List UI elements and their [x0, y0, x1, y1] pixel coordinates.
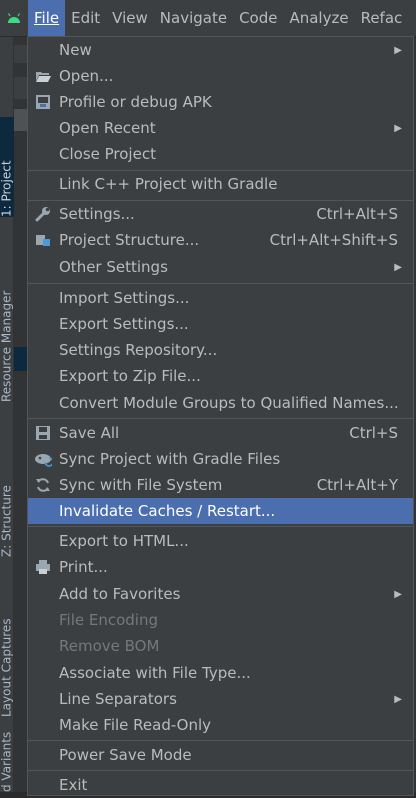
- submenu-arrow-icon: ▶: [394, 261, 402, 273]
- tab-project[interactable]: 1: Project: [0, 117, 15, 217]
- menu-view[interactable]: View: [106, 0, 154, 36]
- left-tool-strip: 1: Project Resource Manager Z: Structure…: [0, 37, 15, 792]
- tree-row: [14, 109, 28, 131]
- refresh-icon: [34, 476, 52, 494]
- tab-resource-manager[interactable]: Resource Manager: [0, 252, 15, 402]
- menu-item-sync-gradle[interactable]: Sync Project with Gradle Files: [28, 446, 413, 472]
- menu-separator: [28, 770, 413, 771]
- menu-item-remove-bom: Remove BOM: [59, 637, 160, 655]
- menu-item-convert-module-groups[interactable]: Convert Module Groups to Qualified Names…: [28, 390, 413, 416]
- tab-layout-captures[interactable]: Layout Captures: [0, 577, 15, 717]
- menu-item-project-structure[interactable]: Project Structure... Ctrl+Alt+Shift+S: [28, 227, 413, 253]
- menu-refactor[interactable]: Refac: [355, 0, 409, 36]
- menu-item-settings-repository[interactable]: Settings Repository...: [28, 337, 413, 363]
- project-structure-icon: [34, 231, 52, 249]
- menu-item-invalidate-caches[interactable]: Invalidate Caches / Restart...: [28, 498, 413, 524]
- menu-file[interactable]: File: [28, 0, 66, 36]
- menu-item-link-cpp[interactable]: Link C++ Project with Gradle: [28, 171, 413, 197]
- printer-icon: [34, 558, 52, 576]
- menu-edit[interactable]: Edit: [65, 0, 106, 36]
- project-row: [14, 77, 28, 99]
- menu-item-new[interactable]: New ▶: [28, 37, 413, 63]
- menu-separator: [28, 418, 413, 419]
- menu-item-import-settings[interactable]: Import Settings...: [28, 285, 413, 311]
- menu-item-other-settings[interactable]: Other Settings ▶: [28, 254, 413, 280]
- menu-item-settings[interactable]: Settings... Ctrl+Alt+S: [28, 201, 413, 227]
- menu-item-associate-file-type[interactable]: Associate with File Type...: [28, 660, 413, 686]
- android-icon[interactable]: [0, 0, 28, 36]
- submenu-arrow-icon: ▶: [394, 122, 402, 134]
- menu-item-line-separators[interactable]: Line Separators ▶: [28, 686, 413, 712]
- menu-code[interactable]: Code: [233, 0, 283, 36]
- tab-structure[interactable]: Z: Structure: [0, 447, 15, 557]
- menu-navigate[interactable]: Navigate: [154, 0, 233, 36]
- menu-item-make-read-only[interactable]: Make File Read-Only: [28, 712, 413, 738]
- folder-open-icon: [34, 67, 52, 85]
- menu-item-export-zip[interactable]: Export to Zip File...: [28, 363, 413, 389]
- tab-build-variants[interactable]: d Variants: [0, 732, 15, 792]
- menu-item-open-recent[interactable]: Open Recent ▶: [28, 115, 413, 141]
- main-menubar: File Edit View Navigate Code Analyze Ref…: [0, 0, 416, 37]
- file-menu-dropdown: New ▶ Open... Profile or debug APK Open …: [27, 36, 414, 796]
- submenu-arrow-icon: ▶: [394, 588, 402, 600]
- submenu-arrow-icon: ▶: [394, 44, 402, 56]
- menu-analyze[interactable]: Analyze: [283, 0, 354, 36]
- save-icon: [34, 424, 52, 442]
- menu-item-file-encoding: File Encoding: [59, 611, 158, 629]
- menu-separator: [28, 283, 413, 284]
- apk-icon: [34, 93, 52, 111]
- menu-item-print[interactable]: Print...: [28, 554, 413, 580]
- menu-item-open[interactable]: Open...: [28, 63, 413, 89]
- menu-item-export-html[interactable]: Export to HTML...: [28, 528, 413, 554]
- project-panel-sliver: [14, 37, 28, 792]
- menu-item-power-save[interactable]: Power Save Mode: [28, 742, 413, 768]
- menu-separator: [28, 740, 413, 741]
- menu-item-export-settings[interactable]: Export Settings...: [28, 311, 413, 337]
- menu-item-profile-apk[interactable]: Profile or debug APK: [28, 89, 413, 115]
- gradle-sync-icon: [34, 450, 52, 468]
- menu-item-sync-file-system[interactable]: Sync with File System Ctrl+Alt+Y: [28, 472, 413, 498]
- wrench-icon: [34, 205, 52, 223]
- selected-tree-row: [14, 347, 28, 371]
- folder-icon: [14, 45, 28, 63]
- menu-item-save-all[interactable]: Save All Ctrl+S: [28, 420, 413, 446]
- menu-item-exit[interactable]: Exit: [28, 772, 413, 798]
- menu-separator: [28, 526, 413, 527]
- menu-item-add-favorites[interactable]: Add to Favorites ▶: [28, 581, 413, 607]
- menu-item-close-project[interactable]: Close Project: [28, 141, 413, 167]
- submenu-arrow-icon: ▶: [394, 693, 402, 705]
